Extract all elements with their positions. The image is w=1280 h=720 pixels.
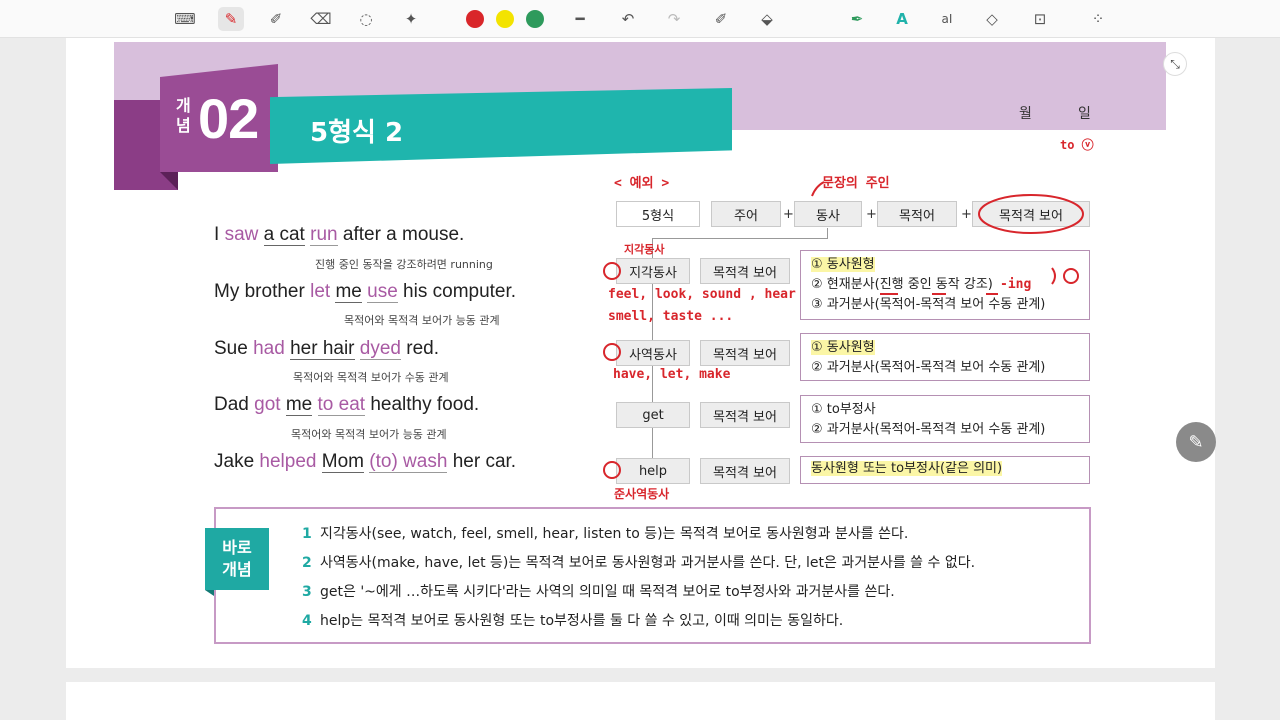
exception-note: < 예외 >	[614, 176, 670, 191]
circle-annotation	[1063, 268, 1079, 284]
circle-annotation	[603, 343, 621, 361]
causative-examples: have, let, make	[613, 367, 731, 382]
concept-tag: 바로 개념	[205, 528, 269, 590]
edit-pencil-icon[interactable]: ✎	[1176, 422, 1216, 462]
perception-examples-1: feel, look, sound , hear	[608, 287, 796, 302]
concept-item-3: 3 get은 '~에게 …하도록 시키다'라는 사역의 의미일 때 목적격 보어로…	[302, 584, 895, 600]
semi-causative-note: 준사역동사	[614, 487, 670, 501]
perception-note: 지각동사	[624, 243, 665, 256]
circle-annotation	[603, 262, 621, 280]
sentence-owner-note: 문장의 주인	[822, 176, 890, 191]
perception-examples-2: smell, taste ...	[608, 309, 734, 324]
bracket-annotation	[1051, 267, 1056, 285]
ing-note: -ing	[1000, 277, 1032, 292]
concept-item-4: 4 help는 목적격 보어로 동사원형 또는 to부정사를 둘 다 쓸 수 있고…	[302, 613, 844, 629]
concept-item-2: 2 사역동사(make, have, let 등)는 목적격 보어로 동사원형과 …	[302, 555, 976, 571]
concept-item-1: 1 지각동사(see, watch, feel, smell, hear, lis…	[302, 526, 909, 542]
circle-annotation	[978, 194, 1084, 234]
circle-annotation	[603, 461, 621, 479]
to-v-note: to ⓥ	[1060, 138, 1094, 152]
